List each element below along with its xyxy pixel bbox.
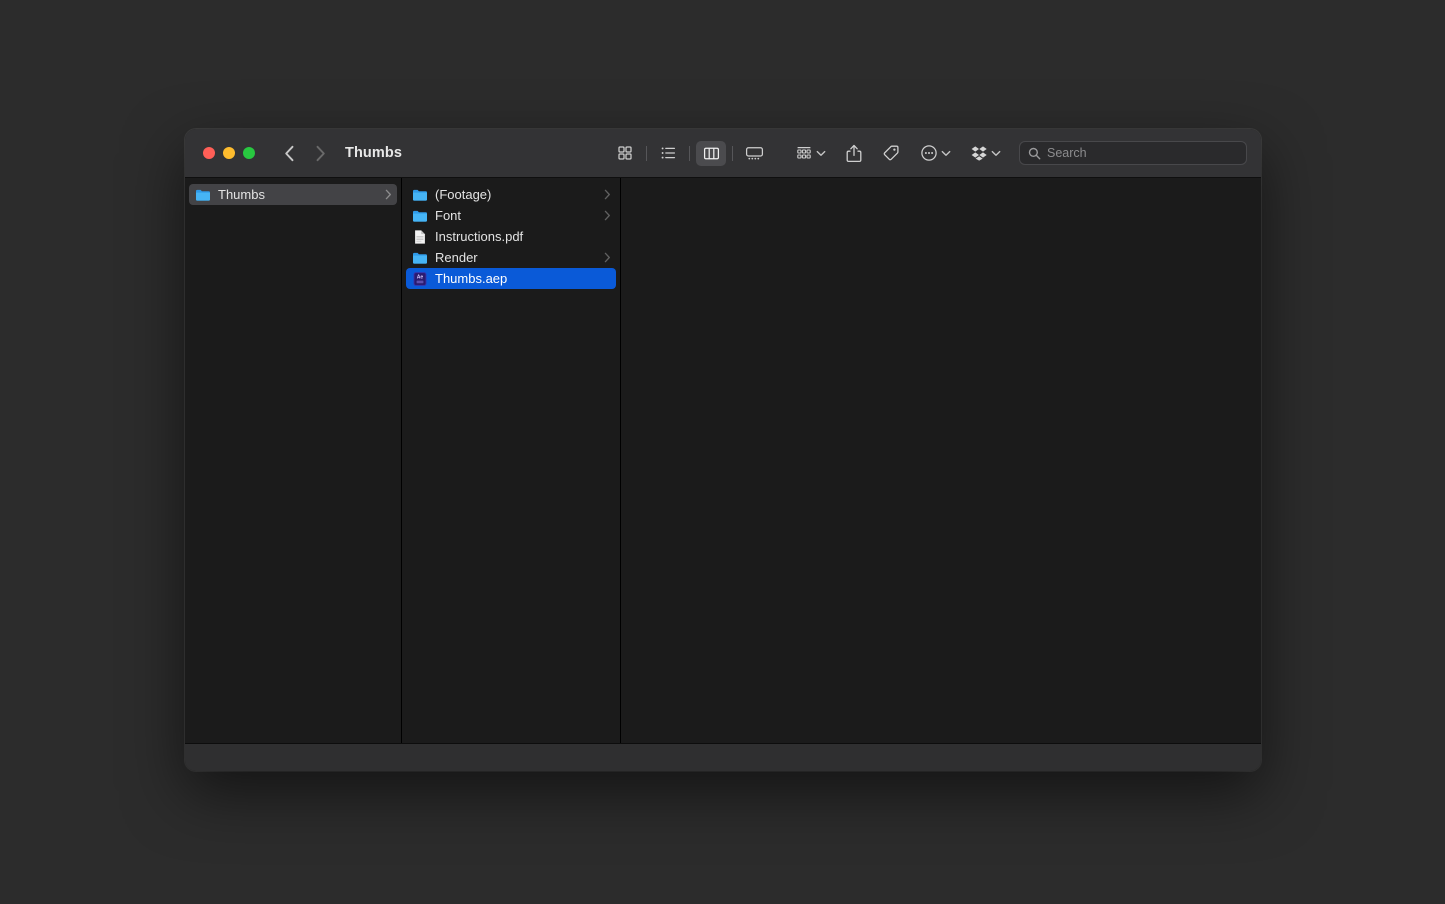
folder-icon — [196, 189, 210, 201]
toolbar-divider — [689, 145, 690, 161]
dropbox-icon — [971, 146, 987, 161]
column-1[interactable]: Thumbs — [185, 178, 402, 743]
chevron-down-icon — [816, 150, 826, 156]
chevron-right-icon — [604, 252, 610, 263]
chevron-right-icon — [385, 189, 391, 200]
zoom-button[interactable] — [243, 147, 255, 159]
pdf-document-icon — [415, 229, 425, 244]
actions-button[interactable] — [920, 144, 951, 162]
svg-text:Ae: Ae — [417, 274, 424, 280]
list-item-label: (Footage) — [435, 187, 492, 202]
page-title: Thumbs — [345, 145, 402, 161]
back-icon[interactable] — [278, 142, 300, 164]
search-icon — [1028, 147, 1041, 159]
tags-button[interactable] — [882, 144, 900, 162]
list-item[interactable]: Font — [406, 205, 616, 226]
more-actions-icon — [921, 145, 937, 161]
navigation-arrows — [278, 142, 331, 164]
gallery-view-icon[interactable] — [739, 141, 769, 166]
list-item[interactable]: Instructions.pdf — [406, 226, 616, 247]
icon-view-icon[interactable] — [610, 141, 640, 166]
share-button[interactable] — [846, 144, 862, 163]
chevron-right-icon — [604, 210, 610, 221]
traffic-lights — [203, 147, 255, 159]
list-item[interactable]: Ae Thumbs.aep — [406, 268, 616, 289]
desktop-background: Thumbs Search Thumbs (Footage) Font Inst… — [0, 0, 1445, 904]
list-item-label: Font — [435, 208, 462, 223]
toolbar: Search — [610, 140, 1247, 166]
chevron-right-icon — [604, 189, 610, 200]
toolbar-divider — [732, 145, 733, 161]
list-item-label: Render — [435, 250, 478, 265]
toolbar-divider — [646, 145, 647, 161]
forward-icon[interactable] — [309, 142, 331, 164]
group-by-button[interactable] — [795, 145, 826, 162]
dropbox-button[interactable] — [971, 145, 1001, 161]
tag-icon — [883, 145, 899, 161]
chevron-down-icon — [991, 150, 1001, 156]
search-placeholder: Search — [1047, 145, 1087, 160]
chevron-down-icon — [941, 150, 951, 156]
list-item[interactable]: Thumbs — [189, 184, 397, 205]
column-3[interactable] — [621, 178, 1261, 743]
list-item-label: Thumbs.aep — [435, 271, 508, 286]
view-mode-group — [610, 140, 769, 166]
search-input[interactable]: Search — [1019, 141, 1247, 165]
share-icon — [846, 144, 862, 162]
folder-icon — [413, 252, 427, 264]
list-item-label: Instructions.pdf — [435, 229, 524, 244]
folder-icon — [413, 189, 427, 201]
column-view: Thumbs (Footage) Font Instructions.pdf R… — [185, 178, 1261, 743]
window-bottom-bar — [185, 743, 1261, 771]
list-item[interactable]: Render — [406, 247, 616, 268]
column-view-icon[interactable] — [696, 140, 726, 166]
minimize-button[interactable] — [223, 147, 235, 159]
column-2[interactable]: (Footage) Font Instructions.pdf Render A… — [402, 178, 621, 743]
folder-icon — [413, 210, 427, 222]
group-icon — [797, 146, 811, 159]
list-view-icon[interactable] — [653, 141, 683, 166]
close-button[interactable] — [203, 147, 215, 159]
window-titlebar: Thumbs Search — [185, 129, 1261, 178]
list-item[interactable]: (Footage) — [406, 184, 616, 205]
after-effects-file-icon: Ae — [413, 271, 427, 286]
list-item-label: Thumbs — [218, 187, 265, 202]
finder-window: Thumbs Search Thumbs (Footage) Font Inst… — [185, 129, 1261, 771]
